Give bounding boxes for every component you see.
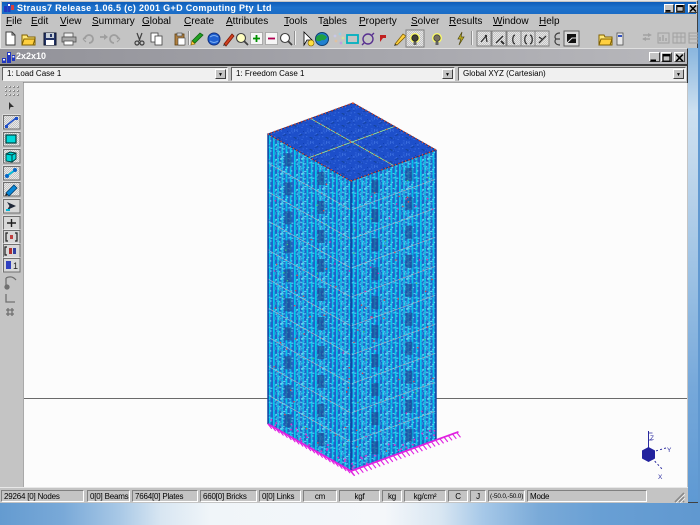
svg-text:1: 1 (13, 261, 18, 271)
svg-text:X: X (658, 474, 663, 481)
svg-text:Y: Y (667, 447, 672, 454)
svg-text:Z: Z (650, 435, 654, 442)
